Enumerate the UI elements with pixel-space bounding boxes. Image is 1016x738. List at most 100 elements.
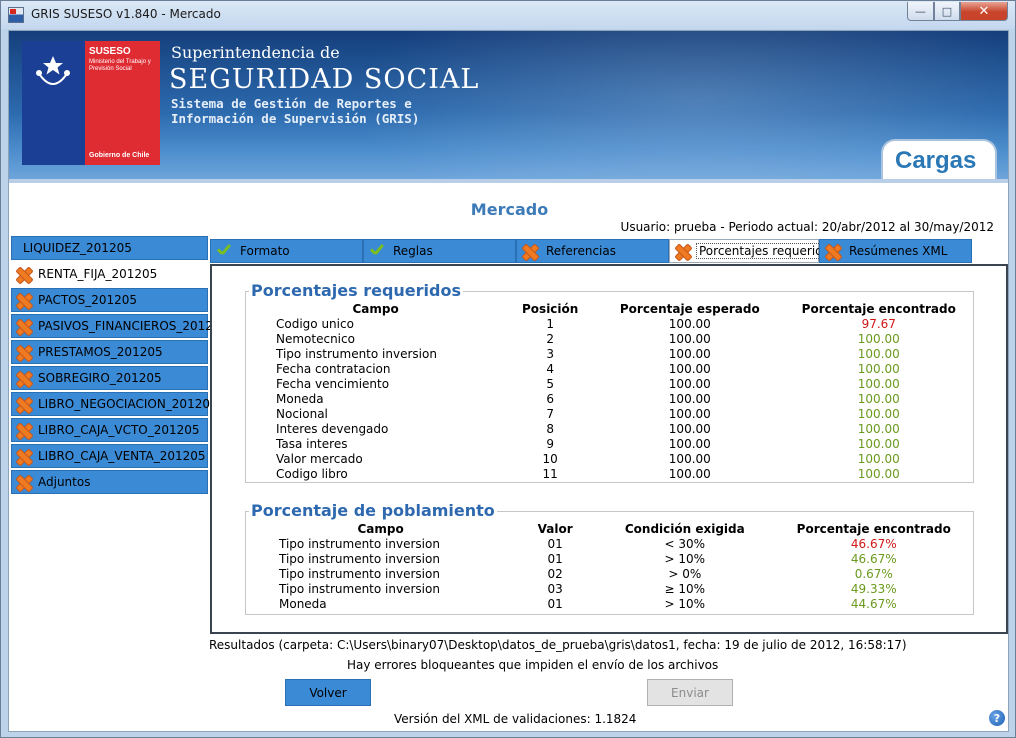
table-cell: Tipo instrumento inversion xyxy=(276,347,437,361)
table-cell: Tipo instrumento inversion xyxy=(279,582,440,596)
maximize-button[interactable]: □ xyxy=(934,2,960,21)
banner-subtitle: Sistema de Gestión de Reportes e Informa… xyxy=(171,96,419,126)
table-cell: Moneda xyxy=(279,597,327,611)
sidebar-item-liquidez[interactable]: LIQUIDEZ_201205 xyxy=(11,236,208,260)
sidebar-item-pasivos-financieros[interactable]: PASIVOS_FINANCIEROS_201205 xyxy=(11,314,228,338)
sidebar-item-prestamos[interactable]: PRESTAMOS_201205 xyxy=(11,340,208,364)
table-cell: 100.00 xyxy=(668,437,711,451)
table-cell: 100.00 xyxy=(857,332,900,346)
population-title: Porcentaje de poblamiento xyxy=(249,501,497,520)
table-cell: 100.00 xyxy=(857,407,900,421)
sidebar-item-label: SOBREGIRO_201205 xyxy=(38,371,162,385)
table-cell: 100.00 xyxy=(857,467,900,481)
error-x-icon xyxy=(16,475,31,490)
sidebar-item-adjuntos[interactable]: Adjuntos xyxy=(11,470,208,494)
column-header: Condición exigida xyxy=(624,522,745,536)
back-button[interactable]: Volver xyxy=(285,679,371,706)
sidebar-item-label: PACTOS_201205 xyxy=(38,293,138,307)
tab-content-panel: Porcentajes requeridos Campo Posición Po… xyxy=(210,264,1008,634)
error-x-icon xyxy=(16,293,31,308)
table-cell: Tipo instrumento inversion xyxy=(279,552,440,566)
app-window: GRIS SUSESO v1.840 - Mercado — □ ✕ SUSES… xyxy=(0,0,1016,738)
table-cell: 6 xyxy=(546,392,554,406)
table-cell: 100.00 xyxy=(668,317,711,331)
column-header: Valor xyxy=(537,522,573,536)
required-percentages-body: Codigo unico 1 100.00 97.67 Nemotecnico 2 100.… xyxy=(246,317,973,482)
table-row: Tipo instrumento inversion 01 > 10% 46.67% xyxy=(246,552,973,567)
error-x-icon xyxy=(675,244,690,259)
sidebar-item-pactos[interactable]: PACTOS_201205 xyxy=(11,288,208,312)
table-cell: > 10% xyxy=(664,597,706,611)
table-row: Tipo instrumento inversion 3 100.00 100.00 xyxy=(246,347,973,362)
sidebar-item-libro-caja-vcto[interactable]: LIBRO_CAJA_VCTO_201205 xyxy=(11,418,208,442)
table-cell: Tipo instrumento inversion xyxy=(279,537,440,551)
table-cell: 5 xyxy=(546,377,554,391)
table-cell: 100.00 xyxy=(857,437,900,451)
tab-resumenes-xml[interactable]: Resúmenes XML xyxy=(819,239,972,263)
table-cell: 100.00 xyxy=(668,377,711,391)
table-row: Tipo instrumento inversion 02 > 0% 0.67% xyxy=(246,567,973,582)
table-row: Fecha contratacion 4 100.00 100.00 xyxy=(246,362,973,377)
gris-app-icon xyxy=(8,7,24,23)
table-cell: 46.67% xyxy=(850,552,897,566)
banner-title-line2: SEGURIDAD SOCIAL xyxy=(169,64,480,95)
table-cell: 100.00 xyxy=(668,452,711,466)
tab-label: Referencias xyxy=(546,244,616,258)
table-cell: 44.67% xyxy=(850,597,897,611)
table-cell: 49.33% xyxy=(850,582,897,596)
table-row: Tipo instrumento inversion 01 < 30% 46.67% xyxy=(246,537,973,552)
tab-porcentajes-requeridos[interactable]: Porcentajes requeridos xyxy=(669,239,840,263)
title-bar[interactable]: GRIS SUSESO v1.840 - Mercado — □ ✕ xyxy=(1,1,1015,29)
check-icon xyxy=(216,244,231,258)
sidebar-item-label: Adjuntos xyxy=(38,475,91,489)
table-row: Codigo libro 11 100.00 100.00 xyxy=(246,467,973,482)
table-cell: 4 xyxy=(546,362,554,376)
population-body: Tipo instrumento inversion 01 < 30% 46.67% T… xyxy=(246,537,973,612)
column-header: Campo xyxy=(357,522,404,536)
table-cell: 100.00 xyxy=(668,422,711,436)
xml-validation-version: Versión del XML de validaciones: 1.1824 xyxy=(394,712,637,726)
required-percentages-title: Porcentajes requeridos xyxy=(249,281,463,300)
sidebar-item-renta-fija[interactable]: RENTA_FIJA_201205 xyxy=(11,262,208,286)
population-group: Porcentaje de poblamiento Campo Valor Co… xyxy=(245,501,974,615)
help-icon[interactable]: ? xyxy=(989,710,1005,726)
minimize-button[interactable]: — xyxy=(907,2,934,21)
table-cell: 100.00 xyxy=(857,347,900,361)
logo-ministry: Ministerio del Trabajo y Previsión Socia… xyxy=(89,59,151,72)
validation-tabs: Formato Reglas Referencias Porcentajes r… xyxy=(210,239,972,263)
table-cell: 46.67% xyxy=(850,537,897,551)
sidebar-item-libro-negociacion[interactable]: LIBRO_NEGOCIACION_201205 xyxy=(11,392,218,416)
table-row: Moneda 01 > 10% 44.67% xyxy=(246,597,973,612)
population-table: Campo Valor Condición exigida Porcentaje… xyxy=(246,522,973,612)
sidebar-item-sobregiro[interactable]: SOBREGIRO_201205 xyxy=(11,366,208,390)
table-row: Fecha vencimiento 5 100.00 100.00 xyxy=(246,377,973,392)
table-row: Nemotecnico 2 100.00 100.00 xyxy=(246,332,973,347)
column-header: Posición xyxy=(522,302,579,316)
table-row: Interes devengado 8 100.00 100.00 xyxy=(246,422,973,437)
table-cell: Nemotecnico xyxy=(276,332,355,346)
tab-formato[interactable]: Formato xyxy=(210,239,363,263)
sidebar-item-libro-caja-venta[interactable]: LIBRO_CAJA_VENTA_201205 xyxy=(11,444,208,468)
table-cell: > 10% xyxy=(664,552,706,566)
table-cell: Codigo libro xyxy=(276,467,348,481)
table-cell: 97.67 xyxy=(861,317,896,331)
tab-referencias[interactable]: Referencias xyxy=(516,239,669,263)
table-cell: Tipo instrumento inversion xyxy=(279,567,440,581)
table-cell: Nocional xyxy=(276,407,328,421)
tab-label: Resúmenes XML xyxy=(849,244,948,258)
sidebar-item-label: LIBRO_CAJA_VCTO_201205 xyxy=(38,423,200,437)
close-button[interactable]: ✕ xyxy=(960,2,1008,21)
banner-title-line1: Superintendencia de xyxy=(171,43,340,62)
error-x-icon xyxy=(522,244,537,259)
error-x-icon xyxy=(16,267,31,282)
tab-reglas[interactable]: Reglas xyxy=(363,239,516,263)
tab-label: Porcentajes requeridos xyxy=(696,243,840,259)
column-header: Campo xyxy=(352,302,399,316)
table-cell: 11 xyxy=(542,467,558,481)
sidebar-item-label: PRESTAMOS_201205 xyxy=(38,345,163,359)
sidebar-item-label: LIQUIDEZ_201205 xyxy=(23,241,132,255)
sidebar-item-label: LIBRO_CAJA_VENTA_201205 xyxy=(38,449,206,463)
table-cell: 100.00 xyxy=(668,407,711,421)
page-title: Mercado xyxy=(470,200,549,219)
send-button[interactable]: Enviar xyxy=(647,679,733,706)
